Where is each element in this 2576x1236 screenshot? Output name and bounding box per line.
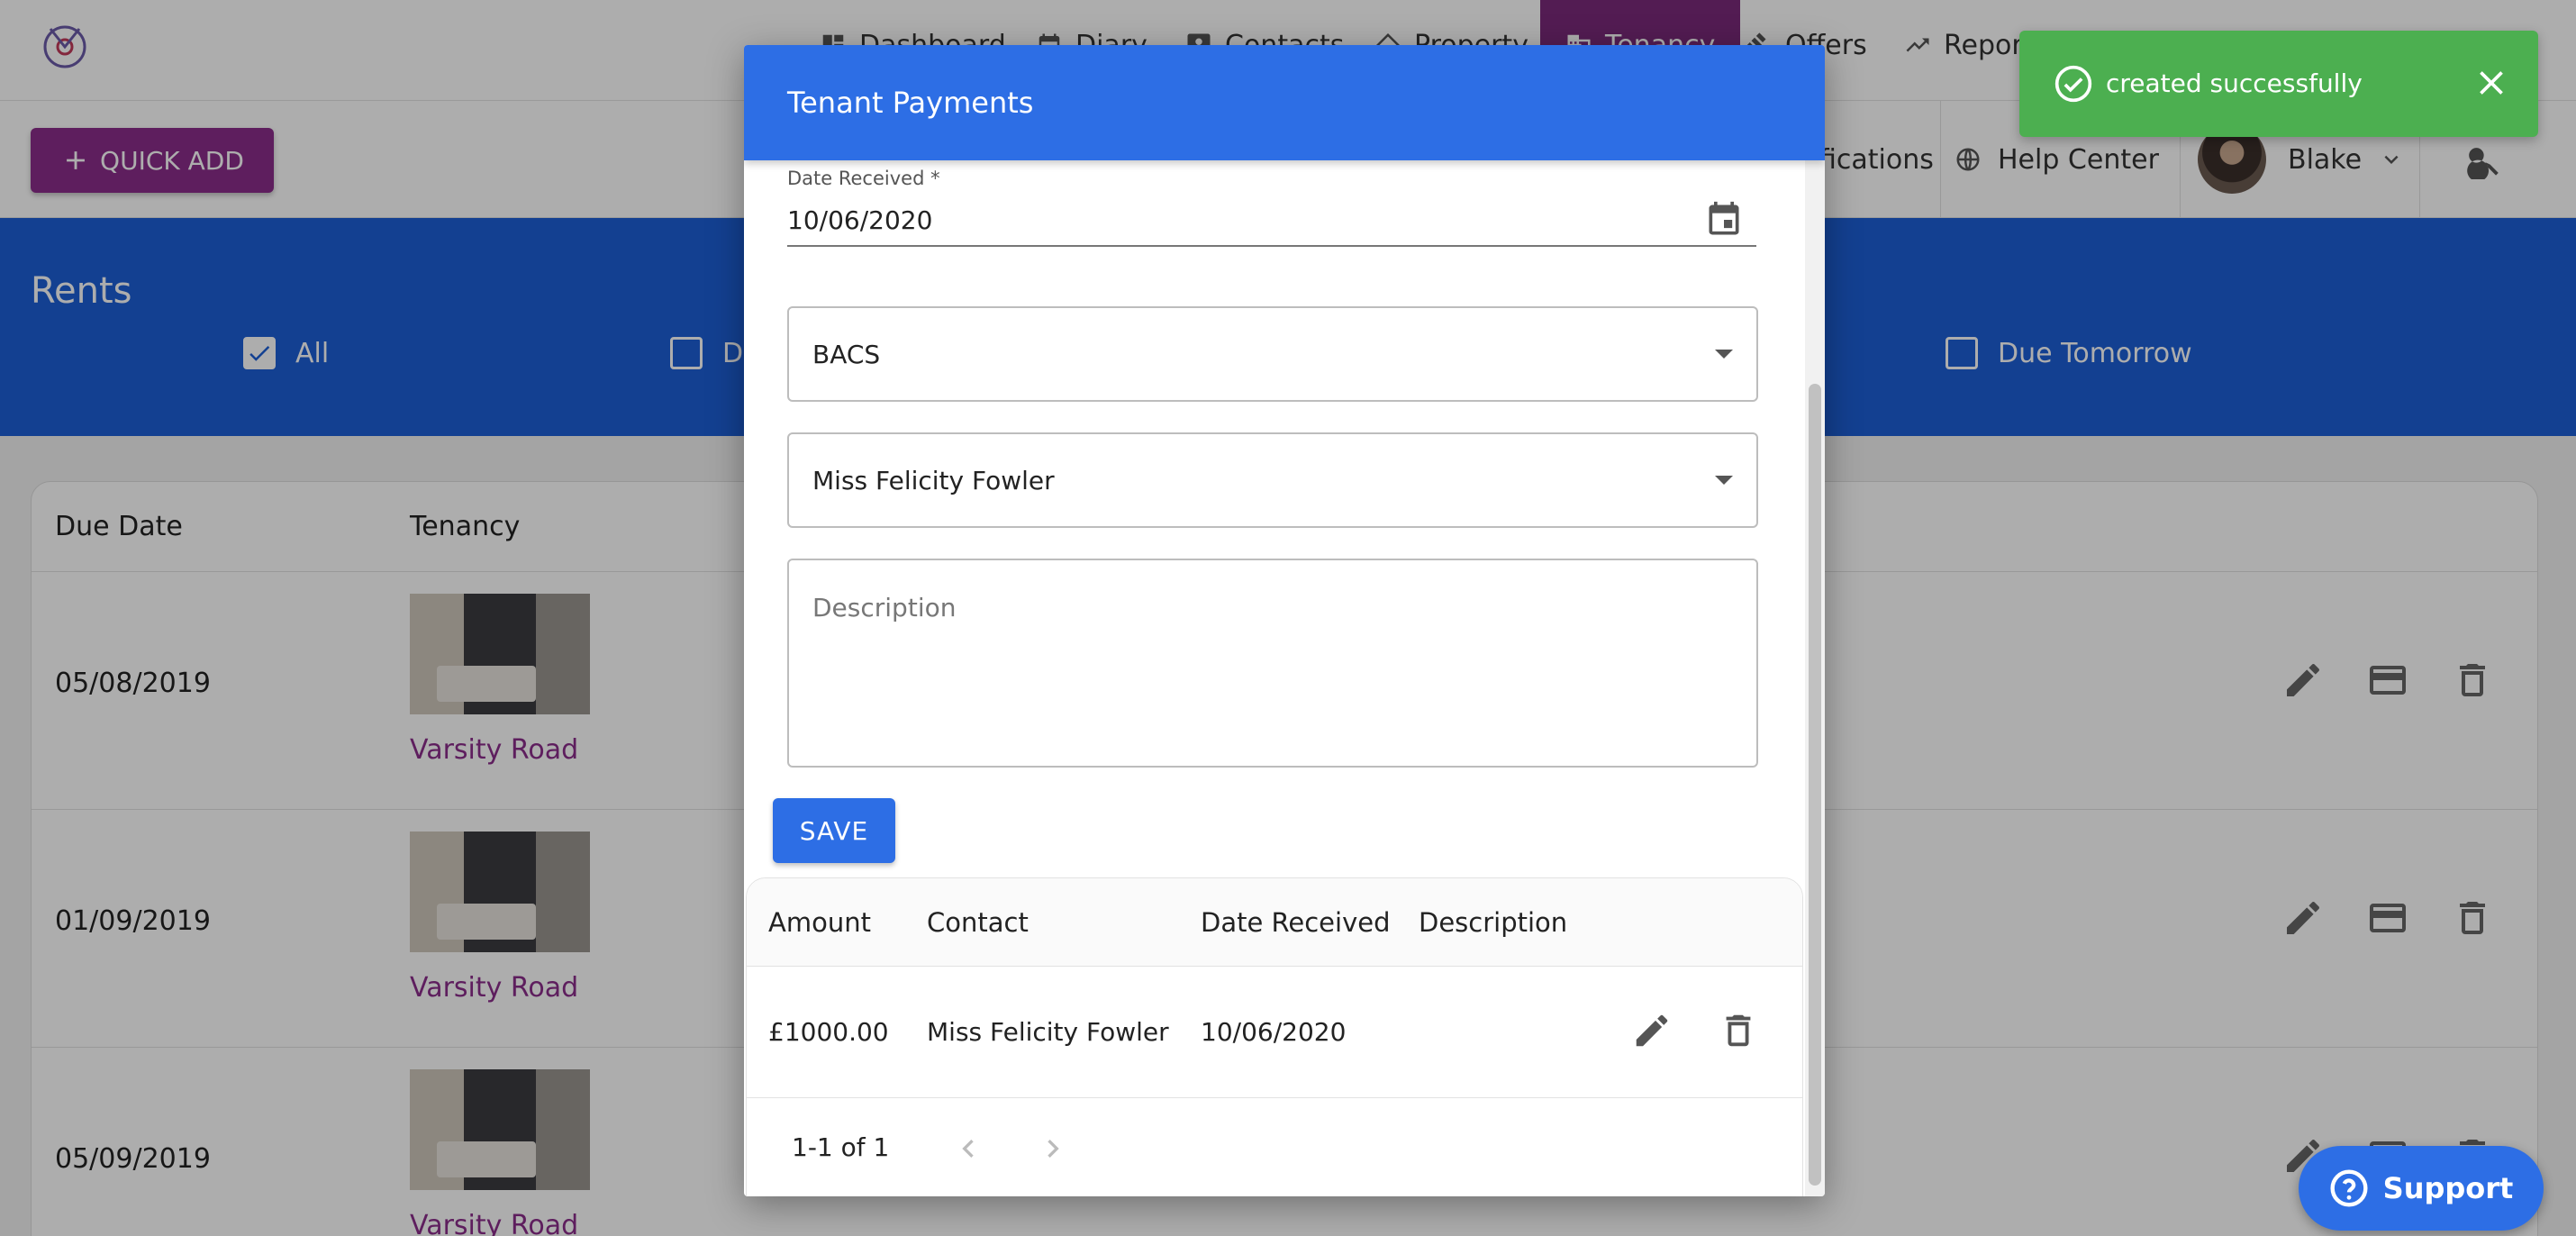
support-button[interactable]: Support bbox=[2299, 1146, 2544, 1231]
contact-value: Miss Felicity Fowler bbox=[812, 465, 1055, 495]
pagination-range: 1-1 of 1 bbox=[792, 1132, 890, 1162]
toast-message: created successfully bbox=[2106, 68, 2363, 98]
column-header-date-received[interactable]: Date Received bbox=[1201, 907, 1390, 938]
payments-table-header: Amount Contact Date Received Description bbox=[747, 878, 1802, 967]
dialog-scrollbar[interactable] bbox=[1805, 160, 1825, 1196]
dropdown-arrow-icon bbox=[1715, 350, 1733, 359]
dropdown-arrow-icon bbox=[1715, 476, 1733, 485]
tenant-payments-dialog: Tenant Payments Date Received * 10/06/20… bbox=[744, 45, 1825, 1196]
payment-contact: Miss Felicity Fowler bbox=[927, 1017, 1169, 1047]
scrollbar-thumb[interactable] bbox=[1809, 384, 1821, 1186]
payments-table: Amount Contact Date Received Description… bbox=[746, 877, 1803, 1196]
close-icon[interactable] bbox=[2472, 63, 2511, 103]
date-received-input[interactable]: 10/06/2020 bbox=[787, 195, 1756, 247]
date-received-label: Date Received * bbox=[787, 168, 940, 189]
delete-icon[interactable] bbox=[1718, 1010, 1759, 1051]
column-header-description[interactable]: Description bbox=[1419, 907, 1567, 938]
contact-select[interactable]: Miss Felicity Fowler bbox=[787, 432, 1758, 528]
column-header-amount[interactable]: Amount bbox=[768, 907, 871, 938]
date-received-value: 10/06/2020 bbox=[787, 204, 933, 235]
description-placeholder: Description bbox=[812, 593, 957, 623]
dialog-title: Tenant Payments bbox=[744, 45, 1825, 160]
chevron-left-icon[interactable] bbox=[950, 1131, 986, 1167]
payment-date: 10/06/2020 bbox=[1201, 1017, 1347, 1047]
payment-method-select[interactable]: BACS bbox=[787, 306, 1758, 402]
save-button[interactable]: SAVE bbox=[773, 798, 895, 863]
success-toast: created successfully bbox=[2019, 31, 2538, 137]
table-row: £1000.00 Miss Felicity Fowler 10/06/2020 bbox=[747, 967, 1802, 1098]
payment-method-value: BACS bbox=[812, 339, 881, 369]
chevron-right-icon[interactable] bbox=[1035, 1131, 1071, 1167]
pagination: 1-1 of 1 bbox=[747, 1098, 1802, 1196]
edit-icon[interactable] bbox=[1631, 1010, 1673, 1051]
payment-row-actions bbox=[1631, 1010, 1759, 1051]
payment-amount: £1000.00 bbox=[768, 1017, 889, 1047]
calendar-icon[interactable] bbox=[1704, 200, 1744, 240]
description-textarea[interactable]: Description bbox=[787, 559, 1758, 768]
support-label: Support bbox=[2382, 1171, 2514, 1205]
column-header-contact[interactable]: Contact bbox=[927, 907, 1029, 938]
help-circle-icon bbox=[2330, 1169, 2368, 1207]
check-circle-icon bbox=[2054, 65, 2092, 103]
